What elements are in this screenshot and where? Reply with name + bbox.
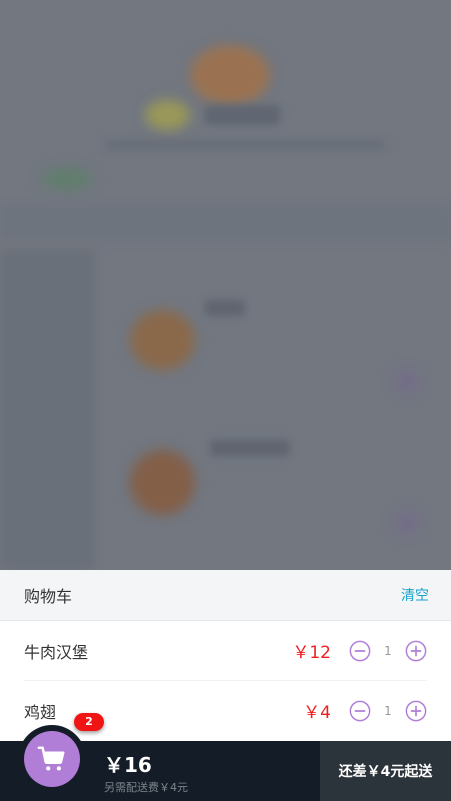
shopping-cart-icon [37, 746, 65, 771]
cart-panel: 购物车 清空 牛肉汉堡 ￥12 1 鸡翅 ￥4 1 [0, 570, 451, 741]
cart-list: 牛肉汉堡 ￥12 1 鸡翅 ￥4 1 [0, 621, 451, 740]
item-price: ￥4 [303, 703, 331, 723]
cart-logo-wrapper: 2 [18, 713, 104, 793]
minus-circle-icon[interactable] [349, 640, 371, 662]
cart-count-badge: 2 [74, 713, 104, 731]
modal-overlay[interactable] [0, 0, 451, 570]
item-controls: ￥4 1 [303, 698, 427, 723]
minus-circle-icon[interactable] [349, 700, 371, 722]
cart-header: 购物车 清空 [0, 570, 451, 621]
cart-summary[interactable]: 2 ￥16 另需配送费￥4元 [0, 713, 320, 801]
cart-footer-bar: 2 ￥16 另需配送费￥4元 还差￥4元起送 [0, 713, 451, 801]
clear-cart-button[interactable]: 清空 [401, 585, 429, 605]
cart-title: 购物车 [24, 587, 73, 606]
item-controls: ￥12 1 [292, 638, 427, 663]
total-price: ￥16 [104, 753, 152, 777]
item-quantity: 1 [384, 643, 392, 658]
item-quantity: 1 [384, 703, 392, 718]
item-price: ￥12 [292, 643, 331, 663]
cart-item: 牛肉汉堡 ￥12 1 [24, 621, 427, 681]
checkout-button[interactable]: 还差￥4元起送 [320, 741, 451, 801]
delivery-fee: 另需配送费￥4元 [104, 781, 188, 794]
plus-circle-icon[interactable] [405, 700, 427, 722]
cart-logo-button[interactable] [24, 731, 80, 787]
plus-circle-icon[interactable] [405, 640, 427, 662]
item-name: 牛肉汉堡 [24, 642, 89, 662]
cart-item: 鸡翅 ￥4 1 [24, 681, 427, 740]
checkout-label: 还差￥4元起送 [338, 764, 433, 780]
item-name: 鸡翅 [24, 702, 57, 722]
